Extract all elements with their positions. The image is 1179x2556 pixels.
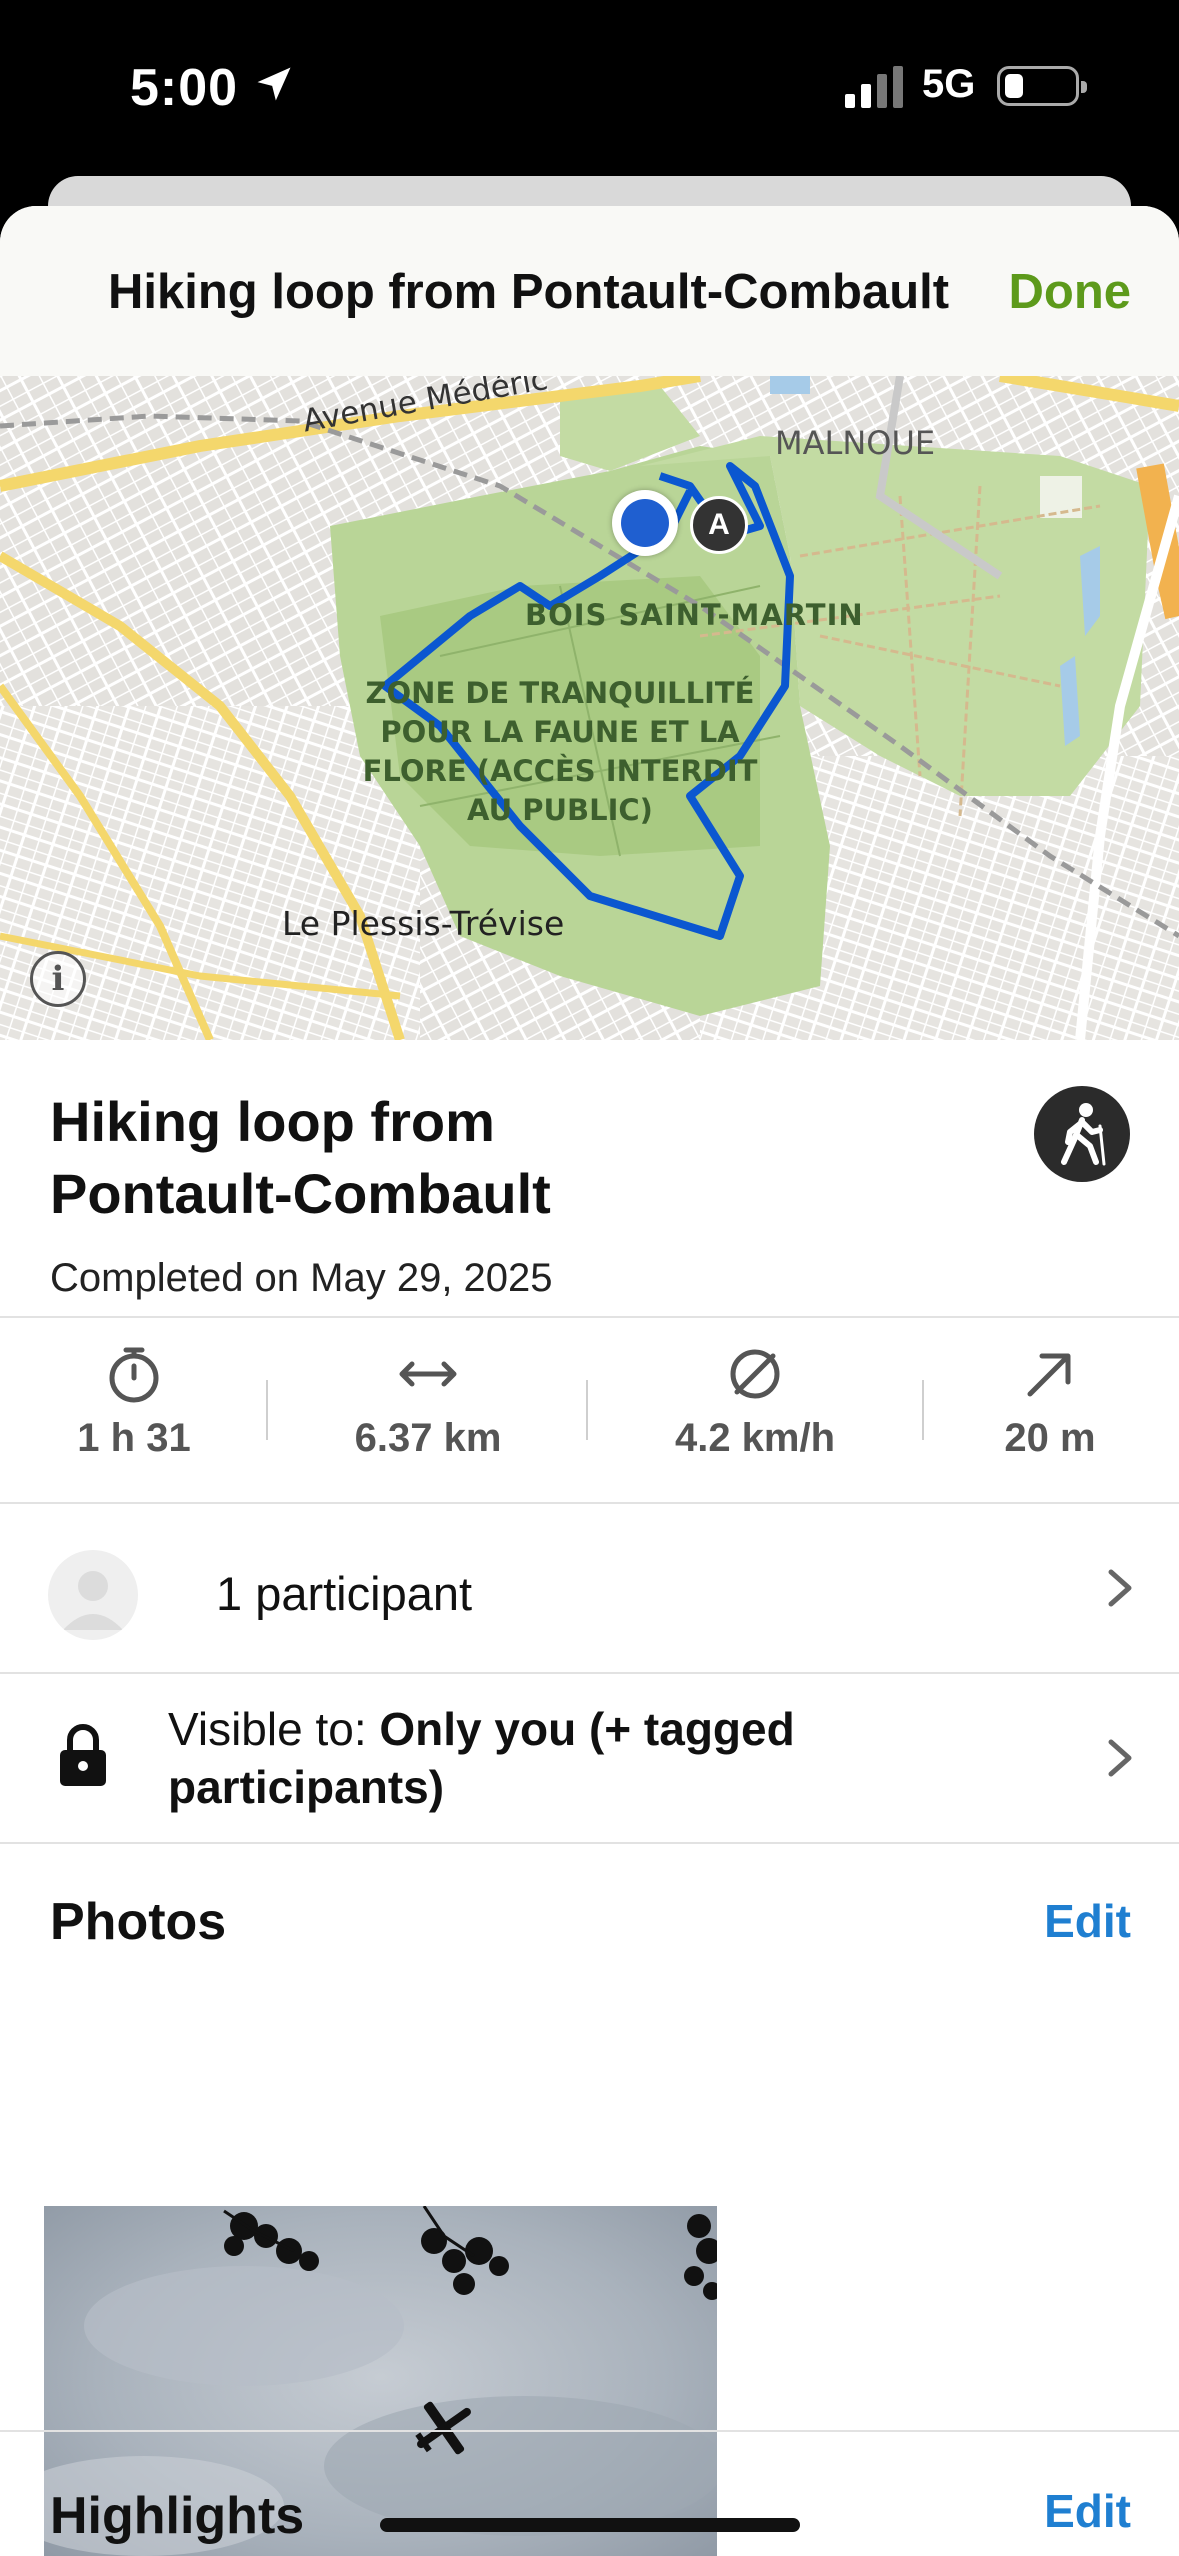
done-button[interactable]: Done — [1009, 264, 1132, 320]
elevation-gain-icon — [1027, 1353, 1071, 1397]
chevron-right-icon — [1108, 1739, 1132, 1777]
map-label-malnoue: MALNOUE — [775, 424, 936, 462]
stat-elevation-value: 20 m — [1004, 1416, 1096, 1460]
sheet-header: Hiking loop from Pontault-Combault Done — [0, 206, 1179, 376]
stat-distance-value: 6.37 km — [354, 1416, 502, 1460]
stopwatch-icon — [109, 1347, 159, 1403]
divider — [0, 1316, 1179, 1318]
stat-separator — [266, 1380, 268, 1440]
participants-label: 1 participant — [216, 1567, 473, 1620]
sheet-title: Hiking loop from Pontault-Combault — [108, 265, 950, 319]
cellular-signal-icon — [845, 66, 903, 108]
map-info-label: i — [51, 959, 65, 999]
home-indicator — [380, 2518, 800, 2532]
chevron-right-icon — [1108, 1569, 1132, 1607]
stat-duration-value: 1 h 31 — [77, 1416, 191, 1460]
highlights-edit-button[interactable]: Edit — [1044, 2484, 1131, 2538]
visibility-row[interactable]: Visible to: Only you (+ tagged participa… — [0, 1674, 1179, 1840]
map-label-plessis: Le Plessis-Trévise — [282, 904, 565, 943]
stat-average-speed: 4.2 km/h — [630, 1342, 880, 1482]
hiker-icon — [1034, 1086, 1130, 1182]
map-info-icon[interactable]: i — [30, 951, 86, 1007]
route-map[interactable]: Avenue Médéric MALNOUE BOIS SAINT-MARTIN… — [0, 376, 1179, 1040]
average-speed-icon — [730, 1349, 780, 1399]
activity-title: Hiking loop from Pontault-Combault — [50, 1090, 551, 1225]
lock-icon — [60, 1724, 106, 1786]
start-marker-label: A — [708, 508, 730, 541]
map-label-zone: ZONE DE TRANQUILLITÉ POUR LA FAUNE ET LA… — [362, 676, 758, 827]
status-time: 5:00 — [130, 59, 239, 117]
stat-elevation: 20 m — [970, 1342, 1130, 1482]
stat-distance: 6.37 km — [318, 1342, 538, 1482]
visibility-prefix: Visible to: — [168, 1703, 380, 1755]
location-arrow-icon — [257, 67, 291, 101]
stat-separator — [922, 1380, 924, 1440]
current-location-icon — [612, 490, 678, 556]
highlights-title: Highlights — [50, 2487, 305, 2545]
stat-duration: 1 h 31 — [44, 1342, 224, 1482]
activity-date: Completed on May 29, 2025 — [50, 1256, 553, 1300]
stat-average-speed-value: 4.2 km/h — [674, 1416, 836, 1460]
photos-title: Photos — [50, 1893, 227, 1951]
avatar — [48, 1550, 138, 1640]
participants-row[interactable]: 1 participant — [0, 1504, 1179, 1672]
start-marker-icon: A — [690, 496, 748, 554]
visibility-text: Visible to: Only you (+ tagged participa… — [168, 1700, 948, 1816]
stat-separator — [586, 1380, 588, 1440]
activity-sheet: Hiking loop from Pontault-Combault Done — [0, 206, 1179, 2556]
divider — [0, 1842, 1179, 1844]
status-bar: 5:00 5G — [0, 0, 1179, 175]
map-label-bois: BOIS SAINT-MARTIN — [525, 598, 864, 632]
distance-arrows-icon — [399, 1361, 457, 1387]
photos-edit-button[interactable]: Edit — [1044, 1894, 1131, 1948]
divider — [0, 2430, 1179, 2432]
network-type: 5G — [922, 62, 976, 106]
battery-icon — [997, 66, 1087, 106]
